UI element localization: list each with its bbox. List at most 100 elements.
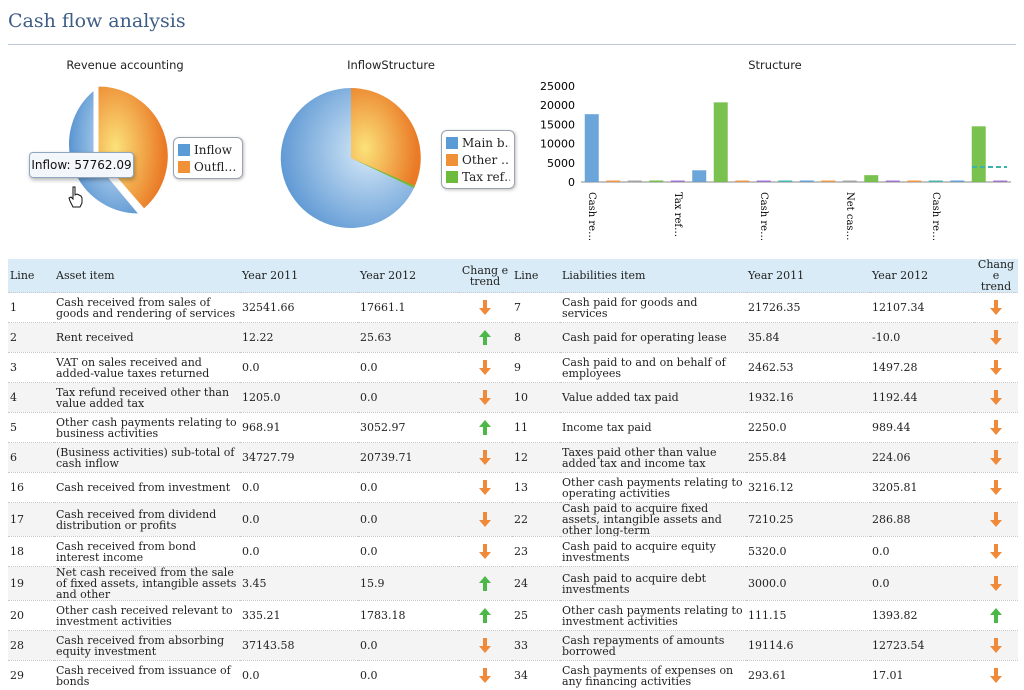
cell-line: 19 <box>8 567 54 601</box>
arrow-down-icon <box>989 479 1003 496</box>
cell-line-2: 25 <box>512 601 560 631</box>
cell-line: 20 <box>8 601 54 631</box>
trend-cell <box>458 661 512 690</box>
table-row[interactable]: 3VAT on sales received and added-value t… <box>8 353 1018 383</box>
trend-cell <box>974 353 1018 383</box>
cell-year-2012-b: 989.44 <box>870 413 974 443</box>
cell-asset-item: (Business activities) sub-total of cash … <box>54 443 240 473</box>
legend-swatch <box>446 137 458 149</box>
cell-line-2: 7 <box>512 293 560 323</box>
arrow-down-icon <box>989 389 1003 406</box>
x-tick-label: Tax ref… <box>672 192 683 237</box>
cell-asset-item: Other cash received relevant to investme… <box>54 601 240 631</box>
trend-cell <box>458 631 512 661</box>
table-row[interactable]: 1Cash received from sales of goods and r… <box>8 293 1018 323</box>
structure-chart-title: Structure <box>700 58 850 72</box>
cell-asset-item: Other cash payments relating to business… <box>54 413 240 443</box>
arrow-down-icon <box>478 359 492 376</box>
trend-cell <box>974 567 1018 601</box>
arrow-down-icon <box>989 299 1003 316</box>
bar <box>907 181 921 183</box>
cell-asset-item: Cash received from investment <box>54 473 240 503</box>
arrow-down-icon <box>989 511 1003 528</box>
legend-item-other[interactable]: Other … <box>446 151 510 168</box>
cell-line-2: 24 <box>512 567 560 601</box>
legend-item-main[interactable]: Main b… <box>446 134 510 151</box>
legend-label: Outfl… <box>194 160 236 174</box>
trend-cell <box>458 601 512 631</box>
cell-line: 18 <box>8 537 54 567</box>
cell-line: 1 <box>8 293 54 323</box>
cell-year-2011: 335.21 <box>240 601 358 631</box>
legend-item-outflow[interactable]: Outfl… <box>178 158 238 175</box>
arrow-down-icon <box>989 575 1003 592</box>
bar <box>886 181 900 183</box>
cell-asset-item: Net cash received from the sale of fixed… <box>54 567 240 601</box>
cell-line-2: 13 <box>512 473 560 503</box>
bar <box>585 114 599 182</box>
table-header-row: Line Asset item Year 2011 Year 2012 Chan… <box>8 259 1018 293</box>
table-row[interactable]: 2Rent received12.2225.638Cash paid for o… <box>8 323 1018 353</box>
cell-year-2012: 0.0 <box>358 473 458 503</box>
cell-asset-item: Tax refund received other than value add… <box>54 383 240 413</box>
inflow-pie-chart[interactable] <box>280 86 425 230</box>
col-line-2[interactable]: Line <box>512 259 560 293</box>
bar <box>972 126 986 182</box>
cell-year-2012-b: 0.0 <box>870 537 974 567</box>
col-year-2011-b[interactable]: Year 2011 <box>746 259 870 293</box>
col-year-2011[interactable]: Year 2011 <box>240 259 358 293</box>
cell-year-2012: 0.0 <box>358 383 458 413</box>
cell-line-2: 11 <box>512 413 560 443</box>
trend-cell <box>458 383 512 413</box>
cell-line-2: 22 <box>512 503 560 537</box>
arrow-down-icon <box>478 543 492 560</box>
cell-year-2011: 37143.58 <box>240 631 358 661</box>
table-row[interactable]: 5Other cash payments relating to busines… <box>8 413 1018 443</box>
col-liabilities-item[interactable]: Liabilities item <box>560 259 746 293</box>
legend-item-inflow[interactable]: Inflow <box>178 141 238 158</box>
table-row[interactable]: 6(Business activities) sub-total of cash… <box>8 443 1018 473</box>
cell-year-2011: 0.0 <box>240 661 358 690</box>
table-row[interactable]: 29Cash received from issuance of bonds0.… <box>8 661 1018 690</box>
cell-year-2011: 0.0 <box>240 353 358 383</box>
cell-year-2012: 15.9 <box>358 567 458 601</box>
table-row[interactable]: 4Tax refund received other than value ad… <box>8 383 1018 413</box>
cell-year-2011: 0.0 <box>240 537 358 567</box>
table-row[interactable]: 16Cash received from investment0.00.013O… <box>8 473 1018 503</box>
legend-item-tax[interactable]: Tax ref… <box>446 168 510 185</box>
cell-year-2011-b: 2462.53 <box>746 353 870 383</box>
legend-swatch <box>446 154 458 166</box>
cell-year-2012-b: 12723.54 <box>870 631 974 661</box>
table-row[interactable]: 17Cash received from dividend distributi… <box>8 503 1018 537</box>
cell-year-2011-b: 5320.0 <box>746 537 870 567</box>
cell-year-2012: 0.0 <box>358 661 458 690</box>
table-row[interactable]: 18Cash received from bond interest incom… <box>8 537 1018 567</box>
arrow-down-icon <box>478 389 492 406</box>
cell-year-2012: 25.63 <box>358 323 458 353</box>
arrow-down-icon <box>478 637 492 654</box>
bar <box>671 181 685 183</box>
cell-year-2011: 0.0 <box>240 473 358 503</box>
trend-cell <box>974 473 1018 503</box>
y-tick-label: 10000 <box>540 138 575 151</box>
cell-year-2011-b: 35.84 <box>746 323 870 353</box>
cell-year-2012: 1783.18 <box>358 601 458 631</box>
col-year-2012[interactable]: Year 2012 <box>358 259 458 293</box>
cell-asset-item: Cash received from absorbing equity inve… <box>54 631 240 661</box>
cell-year-2012-b: 12107.34 <box>870 293 974 323</box>
legend-swatch <box>446 171 458 183</box>
table-row[interactable]: 20Other cash received relevant to invest… <box>8 601 1018 631</box>
col-change-trend[interactable]: Chang e trend <box>458 259 512 293</box>
cell-year-2012-b: 224.06 <box>870 443 974 473</box>
table-row[interactable]: 19Net cash received from the sale of fix… <box>8 567 1018 601</box>
col-line[interactable]: Line <box>8 259 54 293</box>
col-change-trend-2[interactable]: Chang e trend <box>974 259 1018 293</box>
table-row[interactable]: 28Cash received from absorbing equity in… <box>8 631 1018 661</box>
legend-swatch <box>178 144 190 156</box>
cell-year-2012-b: 1192.44 <box>870 383 974 413</box>
col-year-2012-b[interactable]: Year 2012 <box>870 259 974 293</box>
cell-year-2012: 0.0 <box>358 353 458 383</box>
legend-label: Tax ref… <box>462 170 510 184</box>
cell-line: 2 <box>8 323 54 353</box>
col-asset-item[interactable]: Asset item <box>54 259 240 293</box>
